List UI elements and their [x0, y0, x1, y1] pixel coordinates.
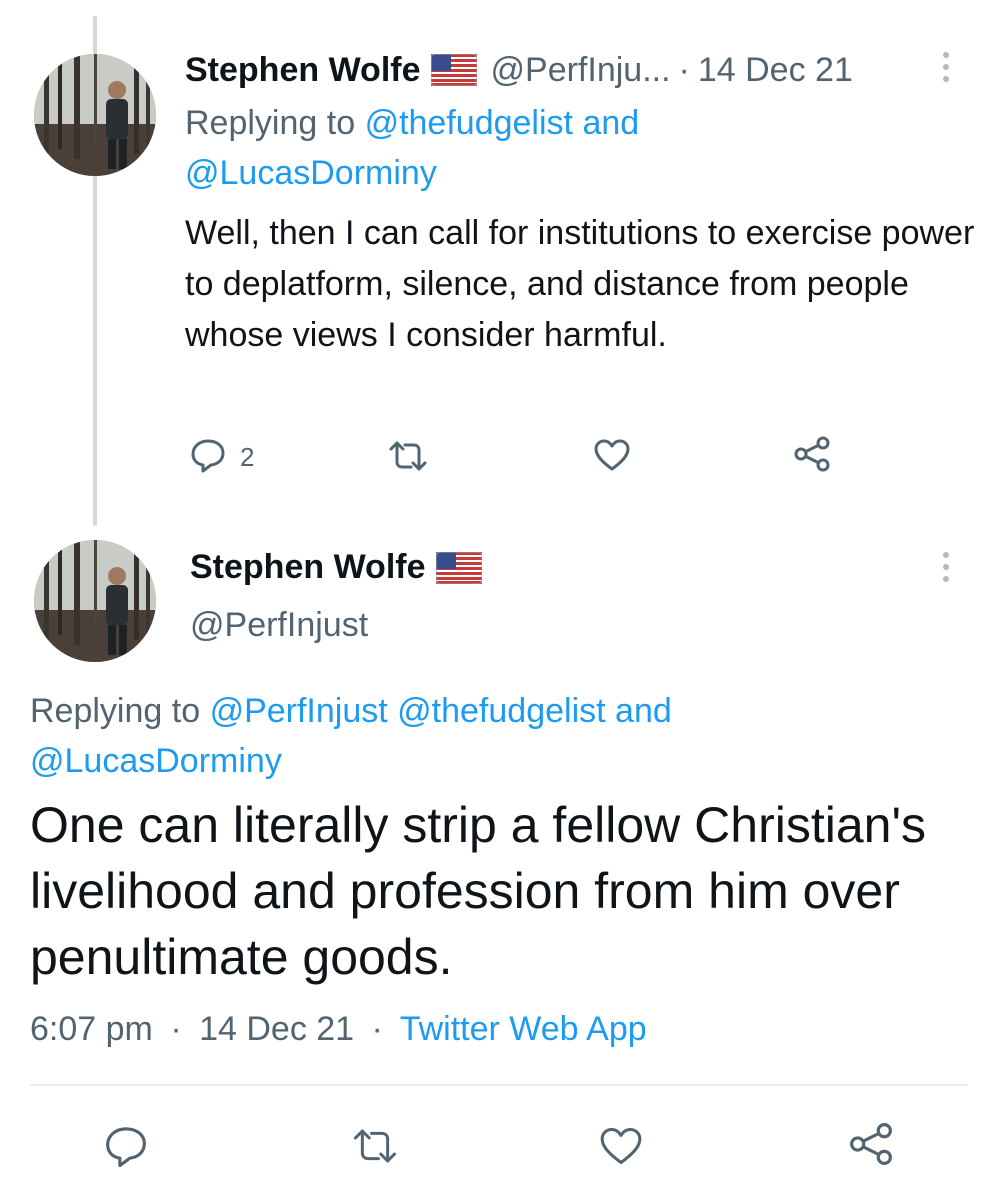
- tweet-time[interactable]: 6:07 pm: [30, 1010, 153, 1048]
- avatar[interactable]: [34, 540, 156, 662]
- tweet-source-link[interactable]: Twitter Web App: [400, 1010, 647, 1048]
- share-button[interactable]: [848, 1122, 894, 1171]
- retweet-button[interactable]: [352, 1127, 398, 1170]
- avatar[interactable]: [34, 54, 156, 176]
- replying-user-link[interactable]: @thefudgelist: [397, 692, 605, 730]
- reply-icon: [190, 437, 226, 478]
- author-name[interactable]: Stephen Wolfe: [190, 548, 426, 587]
- share-icon: [793, 436, 831, 477]
- more-icon[interactable]: [940, 552, 952, 582]
- replying-to: Replying to @PerfInjust @thefudgelist an…: [30, 686, 672, 786]
- separator: ·: [678, 50, 690, 89]
- like-icon: [593, 438, 631, 477]
- replying-and[interactable]: and: [582, 104, 639, 142]
- author-name[interactable]: Stephen Wolfe: [185, 51, 421, 90]
- retweet-icon: [352, 1127, 398, 1170]
- divider: [30, 1084, 968, 1086]
- separator: ·: [371, 1010, 383, 1048]
- tweet-meta: 6:07 pm · 14 Dec 21 · Twitter Web App: [30, 1010, 647, 1049]
- like-button[interactable]: [598, 1126, 644, 1171]
- retweet-icon: [388, 440, 428, 477]
- tweet1-header: Stephen Wolfe @PerfInju... · 14 Dec 21: [185, 48, 853, 92]
- tweet-text: Well, then I can call for institutions t…: [185, 214, 975, 354]
- retweet-button[interactable]: [388, 440, 428, 477]
- reply-button[interactable]: [104, 1124, 148, 1173]
- tweet-date[interactable]: 14 Dec 21: [698, 51, 853, 90]
- like-button[interactable]: [593, 438, 631, 477]
- tweet-text: One can literally strip a fellow Christi…: [30, 797, 926, 985]
- tweet2-author: Stephen Wolfe: [190, 548, 482, 587]
- reply-icon: [104, 1124, 148, 1173]
- replying-user-link[interactable]: @PerfInjust: [210, 692, 388, 730]
- author-handle[interactable]: @PerfInjust: [190, 606, 368, 645]
- tweet-date[interactable]: 14 Dec 21: [199, 1010, 354, 1048]
- replying-prefix: Replying to: [30, 692, 201, 730]
- share-button[interactable]: [793, 436, 831, 477]
- more-icon[interactable]: [940, 52, 952, 82]
- share-icon: [848, 1122, 894, 1171]
- separator: ·: [170, 1010, 182, 1048]
- us-flag-icon: [435, 551, 482, 584]
- reply-count: 2: [240, 442, 255, 472]
- replying-prefix: Replying to: [185, 104, 356, 142]
- reply-button[interactable]: 2: [190, 437, 254, 478]
- replying-to: Replying to @thefudgelist and @LucasDorm…: [185, 98, 639, 198]
- author-handle[interactable]: @PerfInju...: [491, 51, 671, 90]
- replying-user-link[interactable]: @LucasDorminy: [30, 742, 282, 780]
- us-flag-icon: [430, 53, 477, 87]
- replying-user-link[interactable]: @LucasDorminy: [185, 154, 437, 192]
- replying-and[interactable]: and: [615, 692, 672, 730]
- replying-user-link[interactable]: @thefudgelist: [365, 104, 573, 142]
- like-icon: [598, 1126, 644, 1171]
